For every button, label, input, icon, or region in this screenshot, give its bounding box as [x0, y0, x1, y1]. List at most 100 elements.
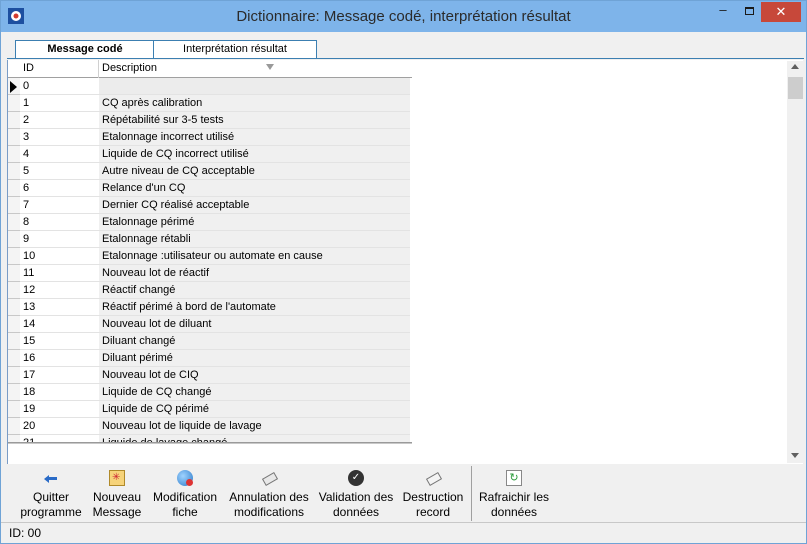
- row-selector[interactable]: [8, 231, 20, 248]
- cell-description[interactable]: Etalonnage rétabli: [99, 231, 410, 248]
- cell-id[interactable]: 12: [20, 282, 99, 299]
- table-row[interactable]: 0: [8, 78, 412, 95]
- row-selector[interactable]: [8, 180, 20, 197]
- cell-id[interactable]: 8: [20, 214, 99, 231]
- scroll-down-icon[interactable]: [791, 453, 799, 458]
- row-selector[interactable]: [8, 265, 20, 282]
- row-selector[interactable]: [8, 350, 20, 367]
- cell-description[interactable]: [99, 78, 410, 95]
- cell-id[interactable]: 10: [20, 248, 99, 265]
- cell-description[interactable]: Liquide de CQ changé: [99, 384, 410, 401]
- row-selector[interactable]: [8, 418, 20, 435]
- cell-id[interactable]: 3: [20, 129, 99, 146]
- scroll-up-icon[interactable]: [791, 64, 799, 69]
- row-selector[interactable]: [8, 163, 20, 180]
- cell-description[interactable]: Nouveau lot de CIQ: [99, 367, 410, 384]
- cell-description[interactable]: Nouveau lot de réactif: [99, 265, 410, 282]
- cell-description[interactable]: Diluant changé: [99, 333, 410, 350]
- cell-id[interactable]: 15: [20, 333, 99, 350]
- column-header-description[interactable]: Description: [99, 60, 410, 78]
- cell-description[interactable]: Autre niveau de CQ acceptable: [99, 163, 410, 180]
- table-row[interactable]: 15 Diluant changé: [8, 333, 412, 350]
- cell-id[interactable]: 17: [20, 367, 99, 384]
- table-row[interactable]: 9 Etalonnage rétabli: [8, 231, 412, 248]
- cell-id[interactable]: 19: [20, 401, 99, 418]
- row-selector[interactable]: [8, 112, 20, 129]
- row-selector[interactable]: [8, 214, 20, 231]
- cell-description[interactable]: Répétabilité sur 3-5 tests: [99, 112, 410, 129]
- cell-description[interactable]: Etalonnage :utilisateur ou automate en c…: [99, 248, 410, 265]
- row-selector[interactable]: [8, 299, 20, 316]
- tab-interpretation-resultat[interactable]: Interprétation résultat: [153, 40, 317, 59]
- table-row[interactable]: 5 Autre niveau de CQ acceptable: [8, 163, 412, 180]
- table-row[interactable]: 6 Relance d'un CQ: [8, 180, 412, 197]
- maximize-button[interactable]: [736, 2, 763, 22]
- table-row[interactable]: 14 Nouveau lot de diluant: [8, 316, 412, 333]
- table-row[interactable]: 20 Nouveau lot de liquide de lavage: [8, 418, 412, 435]
- table-row[interactable]: 19 Liquide de CQ périmé: [8, 401, 412, 418]
- table-row[interactable]: 1 CQ après calibration: [8, 95, 412, 112]
- cell-description[interactable]: Nouveau lot de diluant: [99, 316, 410, 333]
- column-header-id[interactable]: ID: [20, 60, 99, 78]
- table-row[interactable]: 13 Réactif périmé à bord de l'automate: [8, 299, 412, 316]
- table-row[interactable]: 2 Répétabilité sur 3-5 tests: [8, 112, 412, 129]
- tab-message-code[interactable]: Message codé: [15, 40, 155, 59]
- quit-button[interactable]: Quitter programme: [11, 466, 91, 521]
- cell-id[interactable]: 13: [20, 299, 99, 316]
- cell-id[interactable]: 20: [20, 418, 99, 435]
- cell-description[interactable]: Nouveau lot de liquide de lavage: [99, 418, 410, 435]
- cell-description[interactable]: Liquide de CQ périmé: [99, 401, 410, 418]
- cell-id[interactable]: 7: [20, 197, 99, 214]
- table-row[interactable]: 11 Nouveau lot de réactif: [8, 265, 412, 282]
- cell-id[interactable]: 14: [20, 316, 99, 333]
- validate-data-button[interactable]: ✓ Validation des données: [315, 466, 397, 521]
- row-selector[interactable]: [8, 95, 20, 112]
- row-selector[interactable]: [8, 316, 20, 333]
- minimize-button[interactable]: –: [709, 2, 737, 22]
- cell-id[interactable]: 6: [20, 180, 99, 197]
- cell-id[interactable]: 2: [20, 112, 99, 129]
- title-bar[interactable]: Dictionnaire: Message codé, interprétati…: [1, 1, 806, 32]
- cell-description[interactable]: Dernier CQ réalisé acceptable: [99, 197, 410, 214]
- cell-description[interactable]: Etalonnage incorrect utilisé: [99, 129, 410, 146]
- row-selector[interactable]: [8, 333, 20, 350]
- row-selector[interactable]: [8, 248, 20, 265]
- table-row[interactable]: 16 Diluant périmé: [8, 350, 412, 367]
- cell-id[interactable]: 5: [20, 163, 99, 180]
- cell-description[interactable]: Réactif périmé à bord de l'automate: [99, 299, 410, 316]
- cell-id[interactable]: 9: [20, 231, 99, 248]
- cell-description[interactable]: Liquide de CQ incorrect utilisé: [99, 146, 410, 163]
- cell-id[interactable]: 1: [20, 95, 99, 112]
- new-message-button[interactable]: Nouveau Message: [91, 466, 143, 521]
- row-selector[interactable]: [8, 367, 20, 384]
- table-row[interactable]: 7 Dernier CQ réalisé acceptable: [8, 197, 412, 214]
- close-button[interactable]: ✕: [761, 2, 801, 22]
- row-selector[interactable]: [8, 78, 20, 95]
- table-row[interactable]: 18 Liquide de CQ changé: [8, 384, 412, 401]
- row-selector[interactable]: [8, 146, 20, 163]
- cell-description[interactable]: Diluant périmé: [99, 350, 410, 367]
- cancel-changes-button[interactable]: Annulation des modifications: [225, 466, 313, 521]
- row-selector[interactable]: [8, 282, 20, 299]
- cell-description[interactable]: CQ après calibration: [99, 95, 410, 112]
- cell-description[interactable]: Relance d'un CQ: [99, 180, 410, 197]
- table-row[interactable]: 10 Etalonnage :utilisateur ou automate en…: [8, 248, 412, 265]
- cell-id[interactable]: 11: [20, 265, 99, 282]
- delete-record-button[interactable]: Destruction record: [399, 466, 467, 521]
- table-row[interactable]: 12 Réactif changé: [8, 282, 412, 299]
- row-selector[interactable]: [8, 384, 20, 401]
- row-selector[interactable]: [8, 129, 20, 146]
- table-row[interactable]: 8 Etalonnage périmé: [8, 214, 412, 231]
- refresh-data-button[interactable]: ↻ Rafraichir les données: [477, 466, 551, 521]
- modify-record-button[interactable]: Modification fiche: [147, 466, 223, 521]
- cell-id[interactable]: 0: [20, 78, 99, 95]
- table-row[interactable]: 17 Nouveau lot de CIQ: [8, 367, 412, 384]
- horizontal-scrollbar[interactable]: [8, 442, 412, 444]
- cell-id[interactable]: 18: [20, 384, 99, 401]
- cell-description[interactable]: Réactif changé: [99, 282, 410, 299]
- table-row[interactable]: 4 Liquide de CQ incorrect utilisé: [8, 146, 412, 163]
- scroll-thumb[interactable]: [788, 77, 803, 99]
- table-row[interactable]: 3 Etalonnage incorrect utilisé: [8, 129, 412, 146]
- cell-description[interactable]: Etalonnage périmé: [99, 214, 410, 231]
- cell-id[interactable]: 16: [20, 350, 99, 367]
